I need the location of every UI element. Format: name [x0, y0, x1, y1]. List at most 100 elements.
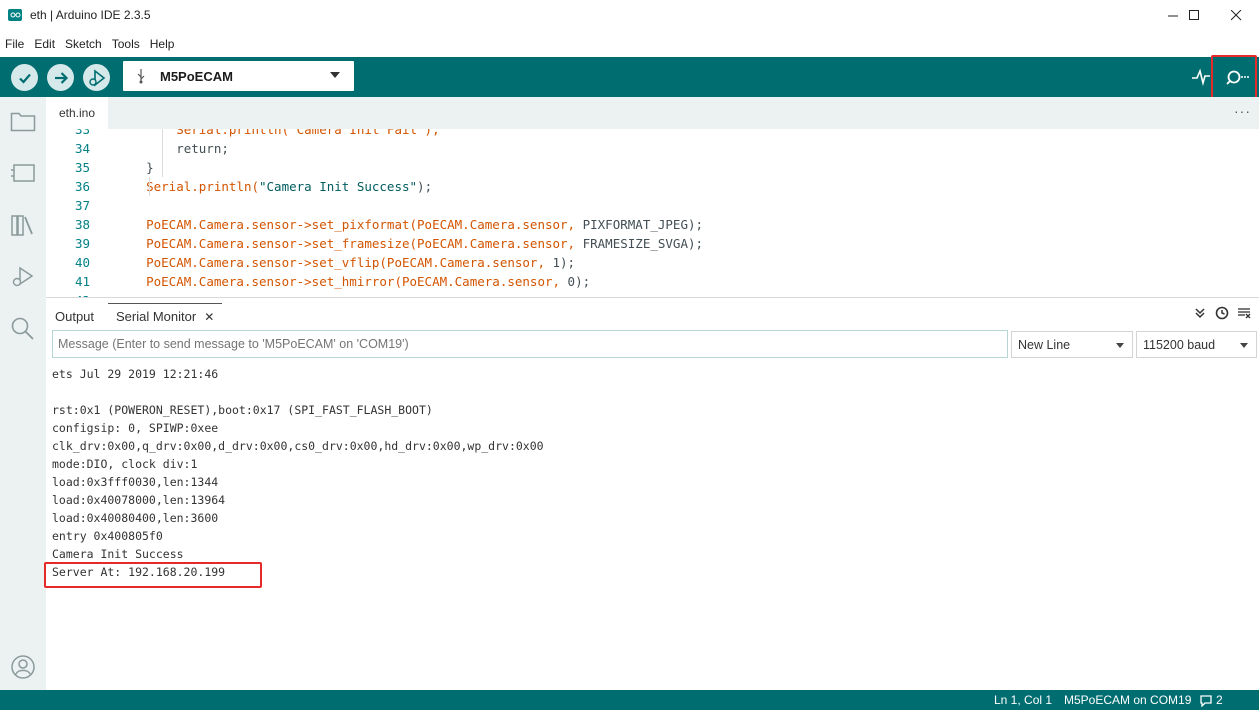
notifications-button[interactable]: 2 [1199, 693, 1223, 707]
search-icon [11, 317, 34, 340]
usb-icon [137, 69, 145, 84]
code-token: } [116, 160, 154, 175]
serial-line: entry 0x400805f0 [52, 529, 163, 543]
line-ending-select[interactable]: New Line [1011, 331, 1133, 358]
code-line: 40 PoECAM.Camera.sensor->set_vflip(PoECA… [46, 253, 1259, 272]
maximize-button[interactable] [1171, 0, 1217, 30]
board-selector[interactable]: M5PoECAM [123, 61, 354, 91]
code-token: Serial.println( [146, 179, 259, 194]
title-bar: eth | Arduino IDE 2.3.5 [0, 0, 1259, 32]
cursor-position[interactable]: Ln 1, Col 1 [994, 693, 1052, 707]
code-text: } [116, 158, 154, 177]
line-number: 38 [74, 217, 90, 232]
serial-line: rst:0x1 (POWERON_RESET),boot:0x17 (SPI_F… [52, 403, 433, 417]
arrow-right-icon [54, 71, 68, 84]
clear-list-icon [1238, 308, 1251, 319]
verify-button[interactable] [11, 64, 38, 91]
code-token: ); [417, 179, 433, 194]
board-port-status[interactable]: M5PoECAM on COM19 [1064, 693, 1191, 707]
code-line: 35 } [46, 158, 1259, 177]
menu-tools[interactable]: Tools [112, 37, 140, 51]
menu-sketch[interactable]: Sketch [65, 37, 102, 51]
window-title: eth | Arduino IDE 2.3.5 [30, 8, 151, 22]
tab-eth-ino[interactable]: eth.ino [46, 97, 108, 129]
serial-plotter-button[interactable] [1189, 65, 1213, 89]
notification-count: 2 [1216, 693, 1223, 707]
baud-rate-select[interactable]: 115200 baud [1136, 331, 1257, 358]
code-line: 39 PoECAM.Camera.sensor->set_framesize(P… [46, 234, 1259, 253]
baud-rate-value: 115200 baud [1143, 337, 1216, 352]
debug-icon [88, 68, 105, 87]
debug-icon [12, 266, 34, 287]
code-token: PoECAM.Camera.sensor->set_hmirror(PoECAM… [146, 274, 568, 289]
code-text: PoECAM.Camera.sensor->set_framesize(PoEC… [116, 234, 703, 253]
menu-edit[interactable]: Edit [34, 37, 55, 51]
code-token: "Camera Init Success" [259, 179, 418, 194]
account-icon [11, 655, 35, 679]
chevron-down-icon [1240, 343, 1248, 348]
debug-panel-button[interactable] [9, 263, 37, 291]
left-sidebar [0, 97, 46, 690]
boards-manager-button[interactable] [9, 159, 37, 187]
board-icon [11, 164, 35, 182]
close-window-button[interactable] [1213, 0, 1259, 30]
tab-output[interactable]: Output [55, 303, 94, 329]
line-number: 36 [74, 179, 90, 194]
serial-line [52, 383, 1242, 401]
message-input[interactable] [52, 330, 1008, 358]
check-icon [18, 73, 31, 84]
clear-output-button[interactable] [1233, 303, 1255, 323]
indent-guide [149, 177, 150, 196]
timestamp-button[interactable] [1211, 303, 1233, 323]
board-name: M5PoECAM [160, 69, 233, 84]
code-text: Serial.println("Camera Init Fail"); [116, 129, 440, 139]
more-actions-icon[interactable]: ··· [1234, 103, 1251, 119]
code-token: PoECAM.Camera.sensor->set_pixformat(PoEC… [146, 217, 583, 232]
line-ending-value: New Line [1018, 337, 1071, 352]
serial-line: Camera Init Success [52, 547, 184, 561]
serial-line: load:0x3fff0030,len:1344 [52, 475, 219, 489]
tab-serial-monitor[interactable]: Serial Monitor ✕ [108, 303, 223, 329]
code-editor[interactable]: 33 Serial.println("Camera Init Fail"); 34… [46, 129, 1259, 297]
autoscroll-button[interactable] [1189, 303, 1211, 323]
tab-output-label: Output [55, 308, 95, 324]
code-text: return; [116, 139, 229, 158]
menu-bar: File Edit Sketch Tools Help [0, 32, 1259, 56]
upload-button[interactable] [47, 64, 74, 91]
menu-file[interactable]: File [5, 37, 24, 51]
library-manager-button[interactable] [9, 211, 37, 239]
line-number: 33 [74, 129, 90, 137]
code-token: Serial.println("Camera Init Fail"); [116, 129, 440, 137]
indent-guide [162, 129, 163, 177]
tab-label: eth.ino [58, 106, 96, 120]
code-token: PIXFORMAT_JPEG); [582, 217, 704, 232]
arduino-logo-icon [8, 9, 22, 21]
code-text: Serial.println("Camera Init Success"); [116, 177, 432, 196]
search-button[interactable] [9, 315, 37, 343]
code-text: PoECAM.Camera.sensor->set_hmirror(PoECAM… [116, 272, 590, 291]
line-number: 41 [74, 274, 90, 289]
editor-tab-bar: eth.ino ··· [46, 97, 1259, 129]
debug-button[interactable] [83, 64, 110, 91]
code-line: 38 PoECAM.Camera.sensor->set_pixformat(P… [46, 215, 1259, 234]
serial-line: clk_drv:0x00,q_drv:0x00,d_drv:0x00,cs0_d… [52, 439, 544, 453]
menu-help[interactable]: Help [150, 37, 175, 51]
bottom-panel: Output Serial Monitor ✕ New Line 115200 … [46, 297, 1259, 690]
code-token: 1); [552, 255, 576, 270]
clock-icon [1215, 306, 1229, 320]
serial-output: ets Jul 29 2019 12:21:46 rst:0x1 (POWERON… [52, 365, 1242, 581]
code-token: FRAMESIZE_SVGA); [582, 236, 704, 251]
folder-icon [10, 112, 36, 132]
code-line: 41 PoECAM.Camera.sensor->set_hmirror(PoE… [46, 272, 1259, 291]
chevron-down-icon [1116, 343, 1124, 348]
line-number: 35 [74, 160, 90, 175]
code-text: PoECAM.Camera.sensor->set_vflip(PoECAM.C… [116, 253, 575, 272]
notification-icon [1200, 694, 1212, 707]
account-button[interactable] [9, 653, 37, 681]
sketchbook-button[interactable] [9, 107, 37, 135]
close-icon[interactable]: ✕ [204, 310, 214, 324]
